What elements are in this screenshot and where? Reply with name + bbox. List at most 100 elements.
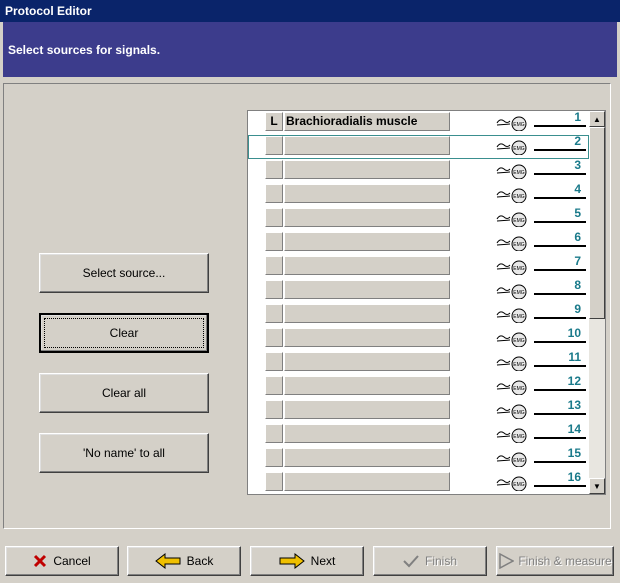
body-side-cell[interactable]: L [265, 112, 283, 131]
body-side-cell[interactable] [265, 160, 283, 179]
emg-electrode-icon: EMG [496, 475, 536, 492]
emg-electrode-icon: EMG [496, 139, 536, 156]
source-name-cell[interactable] [284, 208, 450, 227]
source-name-cell[interactable] [284, 256, 450, 275]
source-name-cell[interactable]: Brachioradialis muscle [284, 112, 450, 131]
body-side-cell[interactable] [265, 256, 283, 275]
emg-electrode-icon: EMG [496, 259, 536, 276]
body-side-cell[interactable] [265, 304, 283, 323]
source-name-cell[interactable] [284, 184, 450, 203]
channel-number: 2 [574, 134, 581, 148]
scroll-up-button[interactable]: ▲ [589, 111, 605, 127]
channel-number: 10 [567, 326, 581, 340]
channel-number: 14 [567, 422, 581, 436]
no-name-to-all-button[interactable]: 'No name' to all [39, 433, 209, 473]
next-button[interactable]: Next [250, 546, 364, 576]
signal-row[interactable]: EMG 3 [248, 158, 589, 183]
body-side-cell[interactable] [265, 328, 283, 347]
svg-text:EMG: EMG [513, 194, 525, 200]
channel-line [534, 485, 586, 487]
channel-number: 6 [574, 230, 581, 244]
signal-row[interactable]: EMG 13 [248, 398, 589, 423]
channel-number: 8 [574, 278, 581, 292]
source-name-cell[interactable] [284, 160, 450, 179]
emg-electrode-icon: EMG [496, 115, 536, 132]
body-side-cell[interactable] [265, 184, 283, 203]
source-name-cell[interactable] [284, 472, 450, 491]
signal-row[interactable]: EMG 4 [248, 182, 589, 207]
play-icon [498, 553, 515, 569]
body-side-cell[interactable] [265, 136, 283, 155]
emg-electrode-icon: EMG [496, 283, 536, 300]
source-name-cell[interactable] [284, 232, 450, 251]
channel-line [534, 461, 586, 463]
svg-text:EMG: EMG [513, 170, 525, 176]
signal-list[interactable]: L Brachioradialis muscle EMG 1 EMG 2 EMG 3 EMG 4 E… [247, 110, 606, 495]
source-name-cell[interactable] [284, 328, 450, 347]
svg-text:EMG: EMG [513, 482, 525, 488]
signal-row[interactable]: EMG 11 [248, 350, 589, 375]
select-source-button[interactable]: Select source... [39, 253, 209, 293]
emg-electrode-icon: EMG [496, 451, 536, 468]
channel-line [534, 197, 586, 199]
signal-row[interactable]: EMG 12 [248, 374, 589, 399]
source-name-cell[interactable] [284, 376, 450, 395]
finish-label: Finish [424, 554, 457, 568]
finish-button[interactable]: Finish [373, 546, 487, 576]
emg-electrode-icon: EMG [496, 235, 536, 252]
body-side-cell[interactable] [265, 400, 283, 419]
next-label: Next [310, 554, 336, 568]
signal-row[interactable]: L Brachioradialis muscle EMG 1 [248, 111, 589, 135]
clear-button[interactable]: Clear [39, 313, 209, 353]
signal-row[interactable]: EMG 16 [248, 470, 589, 494]
signal-row[interactable]: EMG 9 [248, 302, 589, 327]
body-side-cell[interactable] [265, 208, 283, 227]
signal-row[interactable]: EMG 8 [248, 278, 589, 303]
channel-line [534, 389, 586, 391]
scroll-down-button[interactable]: ▼ [589, 478, 605, 494]
signal-row[interactable]: EMG 6 [248, 230, 589, 255]
source-name-cell[interactable] [284, 304, 450, 323]
source-name-cell[interactable] [284, 448, 450, 467]
finish-and-measure-button[interactable]: Finish & measure [496, 546, 614, 576]
cancel-label: Cancel [53, 554, 91, 568]
channel-number: 4 [574, 182, 581, 196]
svg-text:EMG: EMG [513, 290, 525, 296]
scroll-thumb[interactable] [589, 127, 605, 319]
channel-number: 12 [567, 374, 581, 388]
cancel-button[interactable]: Cancel [5, 546, 119, 576]
source-name-cell[interactable] [284, 280, 450, 299]
source-name-cell[interactable] [284, 352, 450, 371]
signal-row[interactable]: EMG 5 [248, 206, 589, 231]
source-name-cell[interactable] [284, 424, 450, 443]
body-side-cell[interactable] [265, 352, 283, 371]
channel-line [534, 269, 586, 271]
body-side-cell[interactable] [265, 280, 283, 299]
emg-electrode-icon: EMG [496, 307, 536, 324]
source-name-cell[interactable] [284, 400, 450, 419]
svg-text:EMG: EMG [513, 458, 525, 464]
emg-electrode-icon: EMG [496, 163, 536, 180]
source-name-cell[interactable] [284, 136, 450, 155]
channel-number: 13 [567, 398, 581, 412]
finish-and-measure-label: Finish & measure [518, 554, 612, 568]
back-button[interactable]: Back [127, 546, 241, 576]
body-side-cell[interactable] [265, 232, 283, 251]
signal-row[interactable]: EMG 10 [248, 326, 589, 351]
channel-line [534, 293, 586, 295]
body-side-cell[interactable] [265, 472, 283, 491]
channel-line [534, 125, 586, 127]
header-band: Select sources for signals. [3, 22, 617, 77]
channel-line [534, 437, 586, 439]
clear-button-label: Clear [109, 326, 139, 340]
signal-row[interactable]: EMG 7 [248, 254, 589, 279]
body-side-cell[interactable] [265, 448, 283, 467]
channel-line [534, 173, 586, 175]
signal-row[interactable]: EMG 15 [248, 446, 589, 471]
signal-row[interactable]: EMG 2 [248, 134, 589, 159]
clear-all-button[interactable]: Clear all [39, 373, 209, 413]
body-side-cell[interactable] [265, 376, 283, 395]
body-side-cell[interactable] [265, 424, 283, 443]
signal-row[interactable]: EMG 14 [248, 422, 589, 447]
vertical-scrollbar[interactable]: ▲ ▼ [589, 111, 605, 494]
